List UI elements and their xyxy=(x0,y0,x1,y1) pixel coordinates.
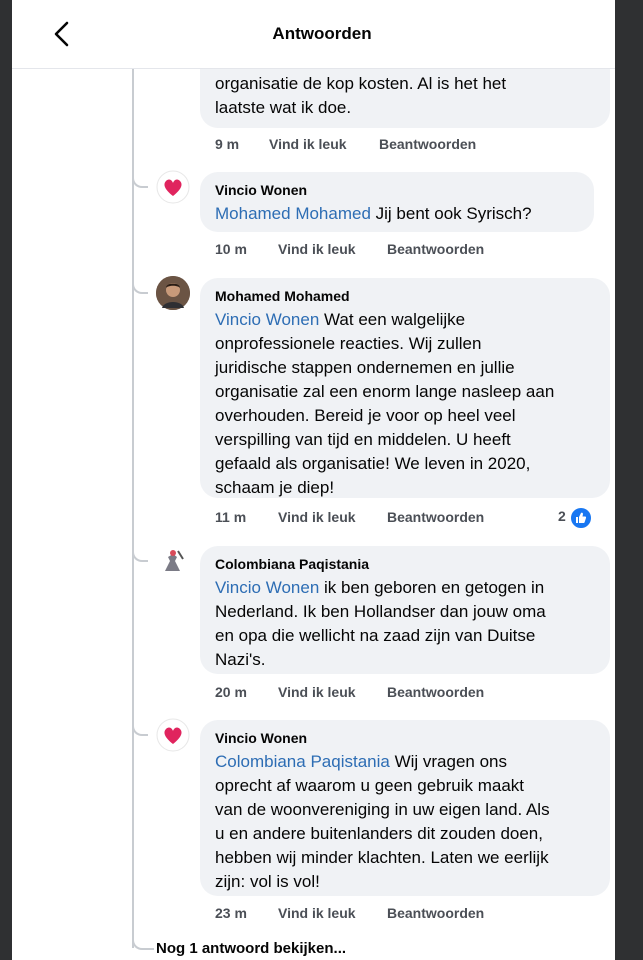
comment-text: Colombiana Paqistania Wij vragen ons opr… xyxy=(215,750,610,894)
comment-time: 23 m xyxy=(215,905,247,921)
thread-connector xyxy=(132,282,148,294)
comment-text-line: onprofessionele reacties. Wij zullen xyxy=(215,334,482,353)
comment-text-line: van de woonvereniging in uw eigen land. … xyxy=(215,800,550,819)
heart-logo-icon xyxy=(156,718,190,752)
comment-text-line: organisatie de kop kosten. Al is het het xyxy=(215,74,507,93)
comment-text: organisatie de kop kosten. Al is het het… xyxy=(215,72,605,120)
thread-line xyxy=(132,68,134,948)
comment-text: Mohamed Mohamed Jij bent ook Syrisch? xyxy=(215,202,595,226)
header-bar: Antwoorden xyxy=(12,0,615,69)
page-title: Antwoorden xyxy=(272,24,372,43)
thread-connector xyxy=(132,938,154,950)
comment-text-line: en opa die wellicht na zaad zijn van Dui… xyxy=(215,626,536,645)
like-link[interactable]: Vind ik leuk xyxy=(269,136,347,152)
comment-text-line: hebben wij minder klachten. Laten we eer… xyxy=(215,848,549,867)
thread-connector xyxy=(132,550,148,562)
comment-time: 10 m xyxy=(215,241,247,257)
photo-edge-right xyxy=(615,0,643,960)
comment-text-line: ik ben geboren en getogen in xyxy=(319,578,545,597)
comment-text-line: Wat een walgelijke xyxy=(319,310,466,329)
reply-link[interactable]: Beantwoorden xyxy=(387,241,484,257)
comment-text-line: verspilling van tijd en middelen. U heef… xyxy=(215,430,511,449)
screen: organisatie de kop kosten. Al is het het… xyxy=(0,0,643,960)
comment-text-line: juridische stappen ondernemen en jullie xyxy=(215,358,515,377)
like-link[interactable]: Vind ik leuk xyxy=(278,241,356,257)
comment-text-line: Nazi's. xyxy=(215,650,266,669)
more-replies-link[interactable]: Nog 1 antwoord bekijken... xyxy=(156,940,346,957)
avatar-mohamed-mohamed[interactable] xyxy=(156,276,190,310)
comment-text-line: organisatie zal een enorm lange nasleep … xyxy=(215,382,555,401)
mention-link[interactable]: Vincio Wonen xyxy=(215,578,319,597)
avatar-colombiana-paqistania[interactable] xyxy=(156,545,190,579)
thumbs-up-icon[interactable] xyxy=(569,506,593,530)
comment-text-line: Nederland. Ik ben Hollandser dan jouw om… xyxy=(215,602,546,621)
reply-link[interactable]: Beantwoorden xyxy=(379,136,476,152)
comment-text: Vincio Wonen ik ben geboren en getogen i… xyxy=(215,576,610,672)
replies-screen: organisatie de kop kosten. Al is het het… xyxy=(12,0,615,960)
comment-text-line: gefaald als organisatie! We leven in 202… xyxy=(215,454,531,473)
comment-author[interactable]: Colombiana Paqistania xyxy=(215,556,369,572)
reaction-count[interactable]: 2 xyxy=(558,508,566,524)
heart-logo-icon xyxy=(156,170,190,204)
reply-link[interactable]: Beantwoorden xyxy=(387,905,484,921)
profile-photo-icon xyxy=(156,276,190,310)
comment-time: 9 m xyxy=(215,136,240,152)
like-link[interactable]: Vind ik leuk xyxy=(278,509,356,525)
avatar-vincio-wonen[interactable] xyxy=(156,170,190,204)
comment-text: Vincio Wonen Wat een walgelijke onprofes… xyxy=(215,308,610,500)
thread-connector xyxy=(132,724,148,736)
mention-link[interactable]: Vincio Wonen xyxy=(215,310,319,329)
comment-text-line: Wij vragen ons xyxy=(389,752,508,771)
like-link[interactable]: Vind ik leuk xyxy=(278,905,356,921)
comment-text-line: schaam je diep! xyxy=(215,478,335,497)
avatar-vincio-wonen[interactable] xyxy=(156,718,190,752)
comment-text-line: oprecht af waarom u geen gebruik maakt xyxy=(215,776,525,795)
thread-connector xyxy=(132,176,148,188)
comment-author[interactable]: Vincio Wonen xyxy=(215,730,307,746)
comment-text-line: laatste wat ik doe. xyxy=(215,98,352,117)
photo-edge-left xyxy=(0,0,12,960)
comment-text-line: zijn: vol is vol! xyxy=(215,872,320,891)
comment-author[interactable]: Mohamed Mohamed xyxy=(215,288,350,304)
comment-time: 20 m xyxy=(215,684,247,700)
comment-text-line: u en andere buitenlanders dit zouden doe… xyxy=(215,824,543,843)
comment-text-content: Jij bent ook Syrisch? xyxy=(375,204,532,223)
mention-link[interactable]: Colombiana Paqistania xyxy=(215,752,390,771)
comment-text-line: overhouden. Bereid je voor op heel veel xyxy=(215,406,516,425)
mention-link[interactable]: Mohamed Mohamed xyxy=(215,204,371,223)
knight-logo-icon xyxy=(157,546,189,578)
comment-author[interactable]: Vincio Wonen xyxy=(215,182,307,198)
comment-time: 11 m xyxy=(215,509,247,525)
reply-link[interactable]: Beantwoorden xyxy=(387,684,484,700)
reply-link[interactable]: Beantwoorden xyxy=(387,509,484,525)
like-link[interactable]: Vind ik leuk xyxy=(278,684,356,700)
